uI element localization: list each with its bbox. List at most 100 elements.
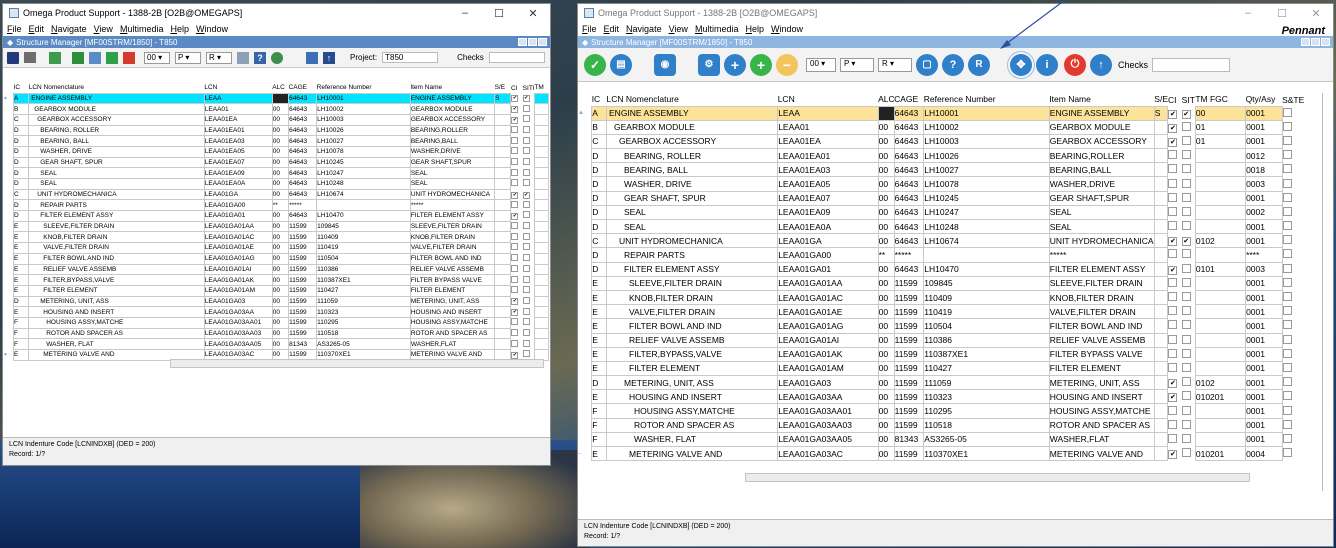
left-horizontal-scrollbar[interactable] <box>170 359 544 368</box>
se-cell[interactable] <box>494 327 512 340</box>
ic-cell[interactable]: D <box>591 148 608 164</box>
reference-cell[interactable]: 110323 <box>923 389 1050 405</box>
qty-cell[interactable]: 0001 <box>1245 133 1283 150</box>
table-row[interactable]: D BEARING, ROLLER LEAA01EA01 00 64643 LH10026… <box>3 124 550 137</box>
minimize-button[interactable]: – <box>448 7 482 20</box>
fgc-cell[interactable]: 01 <box>1194 133 1247 150</box>
se-cell[interactable] <box>494 178 512 190</box>
lcn-cell[interactable]: LEAA01GA01AG <box>777 318 879 334</box>
nomenclature-cell[interactable]: BEARING, ROLLER <box>606 148 779 164</box>
checkbox[interactable] <box>1181 292 1191 302</box>
tm-cell[interactable] <box>533 167 550 179</box>
lcn-cell[interactable]: LEAA01GA03 <box>203 295 273 308</box>
up-icon[interactable]: ↑ <box>323 51 335 64</box>
checkbox[interactable] <box>1282 306 1292 316</box>
se-cell[interactable] <box>1153 375 1169 391</box>
checkbox[interactable] <box>511 168 519 176</box>
qty-cell[interactable]: 0001 <box>1245 417 1283 433</box>
se-cell[interactable] <box>1153 304 1169 320</box>
nomenclature-cell[interactable]: GEARBOX ACCESSORY <box>28 113 205 126</box>
ic-cell[interactable]: E <box>591 445 608 462</box>
column-header[interactable]: ALC <box>272 83 288 93</box>
se-cell[interactable] <box>494 156 512 169</box>
nomenclature-cell[interactable]: UNIT HYDROMECHANICA <box>606 233 779 249</box>
checkbox[interactable] <box>1282 121 1292 131</box>
nomenclature-cell[interactable]: BEARING, BALL <box>28 135 205 147</box>
lcn-cell[interactable]: LEAA01 <box>203 103 273 115</box>
column-header[interactable]: LCN <box>778 93 878 106</box>
checkbox[interactable] <box>1282 206 1292 216</box>
qty-cell[interactable]: 0003 <box>1245 261 1283 277</box>
nomenclature-cell[interactable]: FILTER ELEMENT <box>28 284 205 297</box>
se-cell[interactable] <box>1153 417 1169 433</box>
alc-cell[interactable]: 00 <box>877 218 895 235</box>
reference-cell[interactable]: 110427 <box>316 284 411 297</box>
checkbox[interactable] <box>522 125 530 133</box>
lcn-cell[interactable]: LEAA01GA01AM <box>203 284 273 297</box>
checkbox[interactable] <box>1168 292 1178 302</box>
checkbox[interactable] <box>522 136 530 144</box>
checkbox[interactable] <box>1168 192 1178 202</box>
checkbox[interactable] <box>1168 277 1178 287</box>
reference-cell[interactable]: LH10002 <box>923 119 1050 135</box>
tm-cell[interactable] <box>533 284 550 297</box>
r-dropdown[interactable]: R ▾ <box>878 57 912 72</box>
se-cell[interactable] <box>1153 133 1169 150</box>
lcn-cell[interactable]: LEAA01EA03 <box>777 162 879 178</box>
fgc-cell[interactable] <box>1194 218 1247 235</box>
menu-item[interactable]: Navigate <box>626 24 662 34</box>
se-cell[interactable] <box>1153 318 1169 334</box>
tm-cell[interactable] <box>533 252 550 265</box>
se-cell[interactable] <box>1153 190 1169 206</box>
alc-cell[interactable]: 00 <box>877 360 895 377</box>
fgc-cell[interactable] <box>1194 190 1247 206</box>
table-row[interactable]: F ROTOR AND SPACER AS LEAA01GA03AA03 00 1159… <box>578 417 1321 433</box>
lcn-cell[interactable]: LEAA01GA <box>203 188 273 201</box>
checkbox[interactable] <box>1282 391 1292 401</box>
fgc-cell[interactable] <box>1194 176 1247 192</box>
checkbox[interactable] <box>1168 334 1178 344</box>
checkbox[interactable] <box>522 264 530 272</box>
cage-cell[interactable]: 11599 <box>893 346 925 362</box>
checkbox[interactable] <box>522 275 530 283</box>
item-name-cell[interactable]: HOUSING ASSY,MATCHE <box>1048 403 1155 419</box>
item-name-cell[interactable]: FILTER BOWL AND IND <box>409 252 496 265</box>
cage-cell[interactable]: 11599 <box>288 252 318 265</box>
item-name-cell[interactable]: ***** <box>409 199 496 212</box>
lcn-cell[interactable]: LEAA01GA01AE <box>203 242 273 254</box>
reference-cell[interactable]: AS3265-05 <box>316 338 411 350</box>
checkbox[interactable] <box>1181 277 1191 287</box>
checkbox[interactable]: ✔ <box>1168 450 1178 460</box>
checkbox[interactable] <box>1181 391 1191 401</box>
table-row[interactable]: E VALVE,FILTER DRAIN LEAA01GA01AE 00 11599 11… <box>3 242 550 254</box>
cage-cell[interactable]: 11599 <box>288 306 318 318</box>
table-row[interactable]: D SEAL LEAA01EA0A 00 64643 LH10248 SEAL <box>3 178 550 190</box>
checkbox[interactable] <box>1181 164 1191 174</box>
checkbox[interactable] <box>522 222 530 230</box>
ic-cell[interactable]: D <box>13 210 30 222</box>
checkbox[interactable] <box>1168 433 1178 443</box>
checkbox[interactable] <box>1181 362 1191 372</box>
reference-cell[interactable]: 110419 <box>923 304 1050 320</box>
checkbox[interactable] <box>1282 448 1292 458</box>
ic-cell[interactable]: C <box>591 133 608 150</box>
tm-cell[interactable] <box>533 103 550 115</box>
cage-cell[interactable]: 64643 <box>288 92 318 105</box>
table-row[interactable]: E KNOB,FILTER DRAIN LEAA01GA01AC 00 11599 110… <box>578 289 1321 306</box>
checkbox[interactable]: ✔ <box>1168 379 1178 389</box>
globe-icon[interactable] <box>271 51 283 64</box>
lcn-cell[interactable]: LEAA01EA0A <box>203 178 273 190</box>
checkbox[interactable] <box>1181 320 1191 330</box>
checkbox[interactable]: ✔ <box>522 191 530 199</box>
checkbox[interactable]: ✔ <box>1168 237 1178 247</box>
checkbox[interactable] <box>511 318 519 326</box>
se-cell[interactable]: S <box>494 92 512 105</box>
fgc-cell[interactable] <box>1194 332 1247 348</box>
nomenclature-cell[interactable]: GEAR SHAFT, SPUR <box>28 156 205 169</box>
table-row[interactable]: E RELIEF VALVE ASSEMB LEAA01GA01AI 00 11599 1… <box>578 332 1321 348</box>
item-name-cell[interactable]: FILTER BYPASS VALVE <box>409 274 496 286</box>
item-name-cell[interactable]: HOUSING ASSY,MATCHE <box>409 316 496 329</box>
lcn-cell[interactable]: LEAA01GA01AK <box>777 346 879 362</box>
item-name-cell[interactable]: WASHER,FLAT <box>1048 431 1155 448</box>
ic-cell[interactable]: E <box>591 275 608 291</box>
